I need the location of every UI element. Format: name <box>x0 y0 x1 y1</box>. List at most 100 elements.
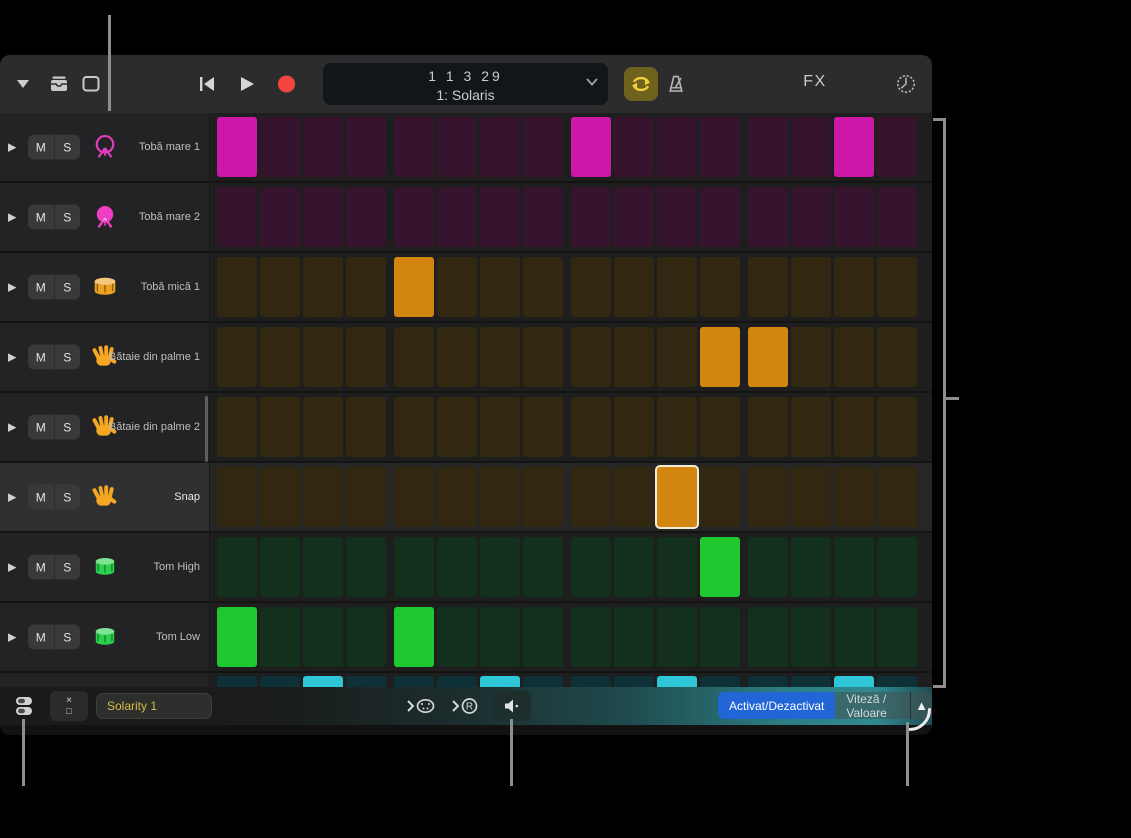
step-cell-5[interactable] <box>394 327 434 387</box>
row-settings-button[interactable] <box>12 694 36 718</box>
step-cell-14[interactable] <box>791 187 831 247</box>
mute-button[interactable]: M <box>28 344 55 370</box>
solo-button[interactable]: S <box>55 345 81 370</box>
step-cell-15[interactable] <box>834 327 874 387</box>
step-cell-1[interactable] <box>217 467 257 527</box>
step-cell-3[interactable] <box>303 537 343 597</box>
step-cell-9[interactable] <box>571 187 611 247</box>
solo-button[interactable]: S <box>55 205 81 230</box>
track-play-button[interactable]: ▶ <box>8 491 16 504</box>
step-cell-3[interactable] <box>303 676 343 687</box>
step-cell-16[interactable] <box>877 187 917 247</box>
settings-button[interactable] <box>893 71 919 97</box>
step-cell-15[interactable] <box>834 257 874 317</box>
step-cell-10[interactable] <box>614 676 654 687</box>
step-cell-3[interactable] <box>303 187 343 247</box>
step-cell-5[interactable] <box>394 397 434 457</box>
step-cell-10[interactable] <box>614 327 654 387</box>
step-cell-10[interactable] <box>614 117 654 177</box>
disclosure-button[interactable] <box>14 77 32 91</box>
step-cell-9[interactable] <box>571 117 611 177</box>
step-cell-3[interactable] <box>303 327 343 387</box>
step-cell-9[interactable] <box>571 676 611 687</box>
step-cell-6[interactable] <box>437 467 477 527</box>
step-cell-12[interactable] <box>700 187 740 247</box>
step-cell-5[interactable] <box>394 537 434 597</box>
mute-button[interactable]: M <box>28 624 55 650</box>
solo-button[interactable]: S <box>55 625 81 650</box>
step-cell-6[interactable] <box>437 537 477 597</box>
step-cell-16[interactable] <box>877 397 917 457</box>
segment-on-off[interactable]: Activat/Dezactivat <box>718 692 836 719</box>
edit-mode-button[interactable]: × □ <box>50 691 88 721</box>
step-cell-8[interactable] <box>523 537 563 597</box>
step-cell-12[interactable] <box>700 117 740 177</box>
step-cell-14[interactable] <box>791 257 831 317</box>
step-cell-8[interactable] <box>523 187 563 247</box>
step-cell-16[interactable] <box>877 537 917 597</box>
library-button[interactable] <box>46 71 72 97</box>
step-cell-2[interactable] <box>260 187 300 247</box>
step-cell-10[interactable] <box>614 607 654 667</box>
step-cell-2[interactable] <box>260 537 300 597</box>
step-cell-13[interactable] <box>748 607 788 667</box>
step-cell-7[interactable] <box>480 187 520 247</box>
step-cell-3[interactable] <box>303 257 343 317</box>
step-cell-13[interactable] <box>748 537 788 597</box>
track-play-button[interactable]: ▶ <box>8 281 16 294</box>
step-cell-14[interactable] <box>791 676 831 687</box>
step-cell-13[interactable] <box>748 327 788 387</box>
step-cell-6[interactable] <box>437 676 477 687</box>
step-cell-8[interactable] <box>523 257 563 317</box>
solo-button[interactable]: S <box>55 485 81 510</box>
step-cell-12[interactable] <box>700 327 740 387</box>
display-button[interactable] <box>78 71 104 97</box>
step-cell-7[interactable] <box>480 467 520 527</box>
step-cell-13[interactable] <box>748 397 788 457</box>
step-cell-14[interactable] <box>791 327 831 387</box>
track-header[interactable]: ▶ M S Tom Low <box>0 603 210 671</box>
step-cell-15[interactable] <box>834 537 874 597</box>
mute-button[interactable]: M <box>28 414 55 440</box>
step-cell-4[interactable] <box>346 607 386 667</box>
step-cell-4[interactable] <box>346 187 386 247</box>
solo-button[interactable]: S <box>55 135 81 160</box>
step-cell-14[interactable] <box>791 397 831 457</box>
step-cell-5[interactable] <box>394 257 434 317</box>
step-cell-4[interactable] <box>346 117 386 177</box>
step-cell-8[interactable] <box>523 117 563 177</box>
step-cell-15[interactable] <box>834 397 874 457</box>
step-cell-9[interactable] <box>571 327 611 387</box>
track-header[interactable]: ▶ M S Tobă mare 2 <box>0 183 210 251</box>
step-cell-4[interactable] <box>346 467 386 527</box>
step-cell-15[interactable] <box>834 676 874 687</box>
lcd-display[interactable]: 1 1 3 29 1: Solaris <box>323 63 608 105</box>
step-cell-16[interactable] <box>877 607 917 667</box>
step-cell-12[interactable] <box>700 467 740 527</box>
step-cell-4[interactable] <box>346 537 386 597</box>
step-cell-1[interactable] <box>217 397 257 457</box>
step-cell-11[interactable] <box>657 397 697 457</box>
track-play-button[interactable]: ▶ <box>8 631 16 644</box>
solo-button[interactable]: S <box>55 275 81 300</box>
step-cell-1[interactable] <box>217 117 257 177</box>
step-cell-5[interactable] <box>394 187 434 247</box>
step-cell-7[interactable] <box>480 257 520 317</box>
step-cell-9[interactable] <box>571 537 611 597</box>
track-play-button[interactable]: ▶ <box>8 421 16 434</box>
step-cell-13[interactable] <box>748 117 788 177</box>
step-cell-9[interactable] <box>571 607 611 667</box>
step-cell-10[interactable] <box>614 187 654 247</box>
step-cell-14[interactable] <box>791 607 831 667</box>
step-cell-11[interactable] <box>657 257 697 317</box>
step-record-button[interactable]: R <box>447 692 483 720</box>
track-header[interactable]: ▶ M S Snap <box>0 463 210 531</box>
step-cell-10[interactable] <box>614 537 654 597</box>
step-cell-16[interactable] <box>877 117 917 177</box>
step-cell-5[interactable] <box>394 607 434 667</box>
cycle-button[interactable] <box>624 67 658 101</box>
step-cell-11[interactable] <box>657 607 697 667</box>
metronome-button[interactable] <box>663 71 689 97</box>
step-cell-6[interactable] <box>437 397 477 457</box>
pattern-name-field[interactable]: Solarity 1 <box>96 693 212 719</box>
